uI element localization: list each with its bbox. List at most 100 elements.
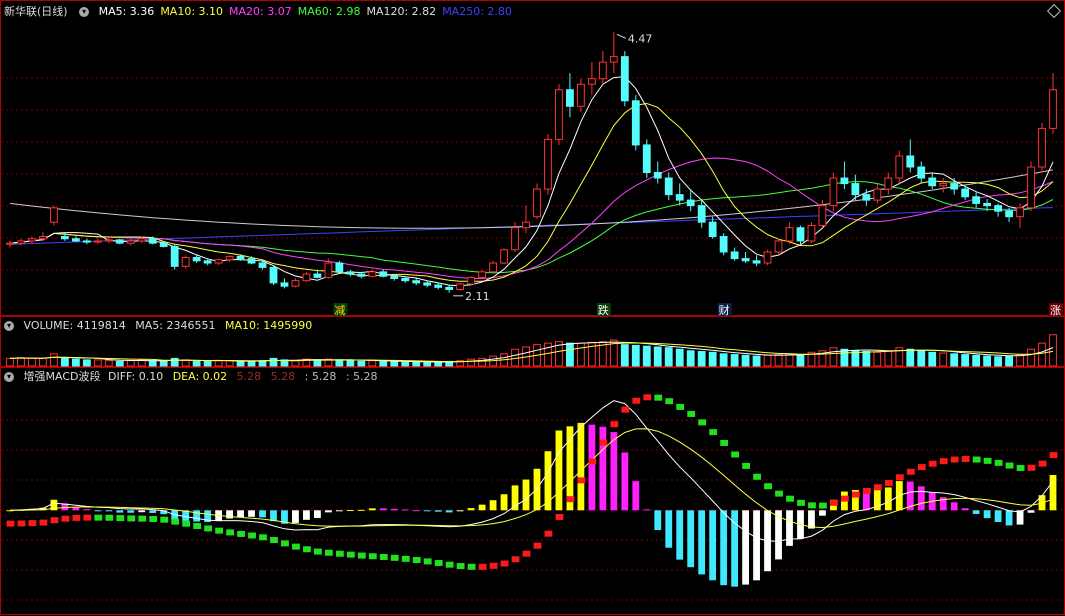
- volume-bar: [236, 360, 245, 367]
- macd-histogram-bar: [303, 510, 310, 520]
- volume-bar: [511, 348, 519, 367]
- wave-band-segment: [61, 515, 70, 522]
- ma-indicator: MA60: 2.98: [297, 5, 361, 18]
- volume-bar: [664, 347, 673, 367]
- macd-histogram-bar: [390, 508, 398, 511]
- macd-histogram-bar: [862, 491, 870, 511]
- wave-band-segment: [1027, 464, 1036, 471]
- candle-body: [763, 251, 772, 264]
- candle-body: [884, 177, 893, 190]
- volume-bar: [379, 360, 388, 367]
- wave-band-segment: [840, 495, 849, 502]
- volume-bar: [104, 360, 113, 367]
- candle-body: [467, 276, 476, 285]
- volume-bar: [653, 346, 662, 367]
- marker-label: 跌: [598, 303, 609, 317]
- wave-band-segment: [182, 520, 191, 527]
- ma-indicator: MA120: 2.82: [366, 5, 437, 18]
- candle-body: [906, 155, 915, 168]
- volume-bar: [972, 354, 981, 367]
- candle-body: [862, 194, 871, 201]
- candle-body: [818, 205, 827, 226]
- wave-band-segment: [862, 487, 871, 494]
- macd-histogram-bar: [961, 508, 969, 511]
- volume-bar: [401, 361, 410, 367]
- volume-bar: [115, 360, 124, 367]
- macd-extra-2: 5.28: [270, 370, 296, 383]
- candle-body: [500, 249, 508, 264]
- candle-body: [840, 177, 849, 185]
- macd-histogram-bar: [950, 502, 958, 511]
- macd-histogram-bar: [105, 510, 113, 512]
- macd-panel-frame: [0, 367, 1065, 615]
- wave-band-segment: [577, 477, 586, 484]
- macd-histogram-bar: [237, 510, 244, 518]
- chevron-down-icon[interactable]: ▾: [4, 321, 14, 331]
- volume-bar: [269, 357, 278, 367]
- volume-bar: [434, 361, 443, 367]
- macd-histogram-bar: [731, 510, 739, 587]
- volume-bar: [994, 356, 1003, 367]
- wave-band-segment: [248, 532, 256, 539]
- wave-band-segment: [215, 527, 224, 534]
- candle-body: [719, 236, 728, 253]
- wave-band-segment: [237, 530, 245, 537]
- wave-band-segment: [1016, 464, 1025, 471]
- macd-histogram-bar: [884, 487, 892, 511]
- macd-histogram-bar: [94, 510, 102, 512]
- candle-body: [159, 242, 168, 247]
- candle-body: [401, 277, 410, 282]
- candle-body: [939, 183, 948, 187]
- macd-histogram-bar: [83, 509, 91, 511]
- volume-bar: [752, 355, 761, 367]
- wave-band-segment: [917, 464, 926, 471]
- marker-label: 减: [334, 304, 345, 317]
- candle-body: [412, 280, 421, 284]
- macd-histogram-bar: [138, 510, 146, 513]
- macd-histogram-bar: [467, 508, 475, 511]
- wave-band-segment: [906, 468, 915, 475]
- macd-histogram-bar: [808, 510, 815, 529]
- volume-ma5: MA5: 2346551: [135, 319, 216, 332]
- macd-histogram-bar: [489, 500, 497, 511]
- macd-histogram-bar: [555, 430, 563, 511]
- volume-bar: [620, 344, 629, 367]
- main-panel-header: 新华联(日线) ▾ MA5: 3.36 MA10: 3.10 MA20: 3.07 M…: [4, 4, 524, 20]
- wave-band-segment: [797, 499, 805, 506]
- candle-body: [225, 255, 234, 261]
- chevron-down-icon[interactable]: ▾: [79, 7, 90, 17]
- wave-band-segment: [478, 563, 487, 570]
- wave-band-segment: [259, 534, 267, 541]
- macd-histogram-bar: [786, 510, 793, 546]
- wave-band-segment: [379, 553, 388, 560]
- candle-body: [511, 227, 519, 251]
- volume-bar: [357, 360, 366, 367]
- wave-band-segment: [314, 548, 322, 555]
- candle-body: [423, 282, 432, 286]
- candle-body: [598, 61, 607, 80]
- stock-chart[interactable]: 4.47 2.11 减 跌 财 涨: [0, 0, 1065, 616]
- wave-band-segment: [160, 516, 169, 523]
- candle-body: [50, 207, 58, 223]
- period-label: (日线): [37, 5, 68, 18]
- wave-band-segment: [489, 562, 498, 569]
- candle-body: [785, 227, 794, 242]
- wave-band-segment: [522, 550, 531, 557]
- candle-body: [478, 271, 486, 278]
- wave-band-segment: [72, 514, 81, 521]
- ma-indicator: MA10: 3.10: [160, 5, 224, 18]
- volume-bar: [675, 348, 684, 367]
- volume-bar: [939, 352, 948, 367]
- candle-body: [148, 238, 157, 244]
- volume-bar: [126, 360, 135, 367]
- volume-bar: [82, 359, 91, 367]
- macd-dea: DEA: 0.02: [172, 370, 228, 383]
- wave-band-segment: [324, 549, 333, 556]
- wave-band-segment: [94, 514, 103, 521]
- wave-band-segment: [204, 525, 213, 532]
- candle-body: [489, 262, 497, 273]
- candle-body: [291, 280, 300, 287]
- high-label: 4.47: [628, 32, 653, 45]
- candle-body: [752, 260, 761, 264]
- chevron-down-icon[interactable]: ▾: [4, 372, 14, 382]
